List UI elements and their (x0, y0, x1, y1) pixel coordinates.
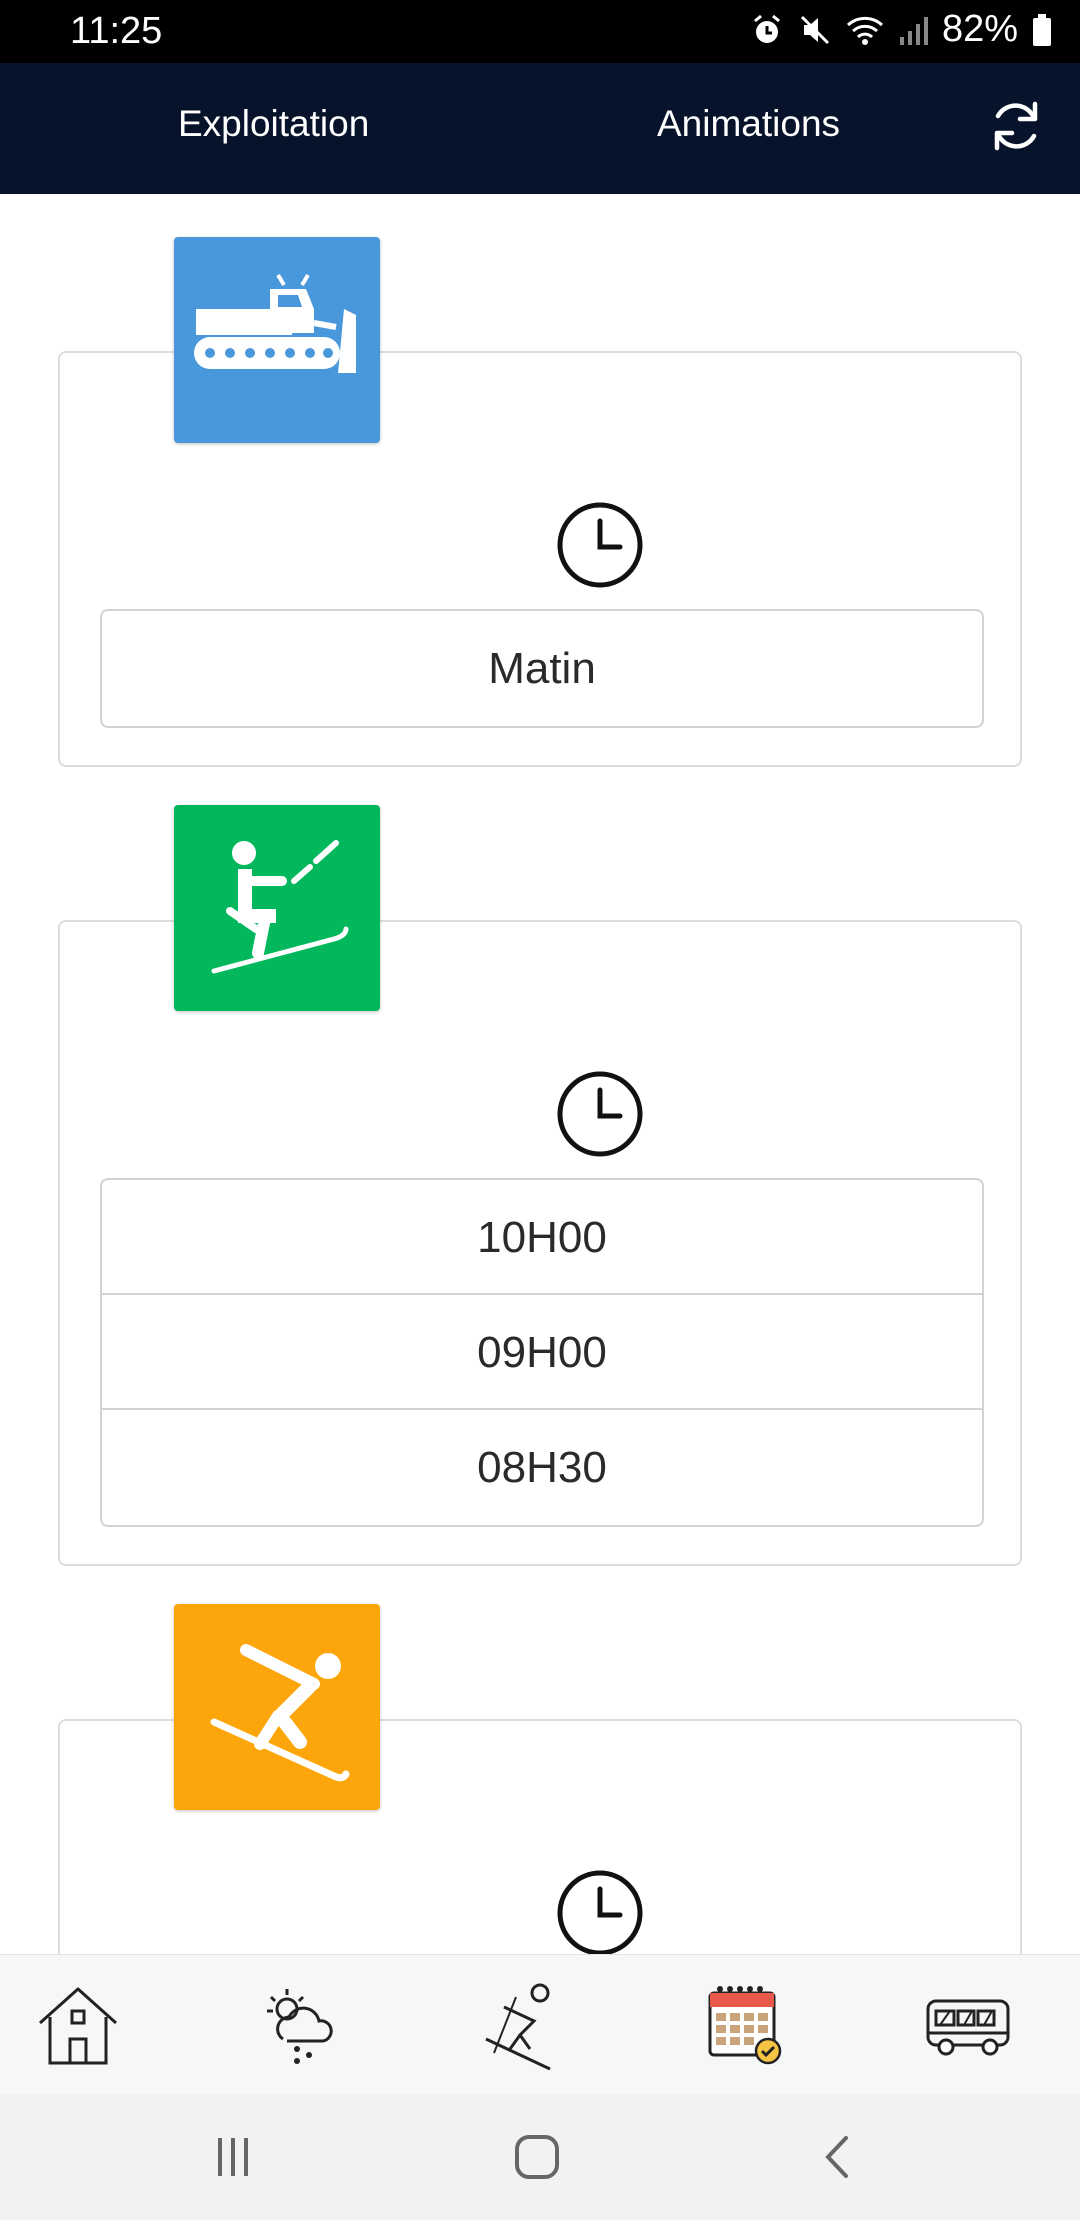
skier-icon[interactable] (474, 1977, 570, 2073)
home-button-icon[interactable] (512, 2132, 562, 2182)
bus-icon[interactable] (920, 1977, 1016, 2073)
status-time: 11:25 (70, 10, 163, 52)
recents-icon[interactable] (208, 2132, 258, 2182)
signal-icon (899, 16, 928, 45)
clock-icon (557, 502, 643, 588)
back-icon[interactable] (814, 2132, 864, 2182)
bottom-nav (0, 1954, 1080, 2095)
time-slot[interactable]: 10H00 (102, 1180, 982, 1295)
snow-groomer-icon (194, 273, 356, 373)
skier-icon (210, 1644, 350, 1782)
app-bar: Exploitation Animations (0, 63, 1080, 194)
time-slot[interactable]: Matin (102, 611, 982, 726)
clock-icon (557, 1071, 643, 1157)
ski-lift-icon (211, 840, 349, 974)
battery-icon (1033, 13, 1051, 46)
skiing-badge (174, 1604, 380, 1810)
lifts-badge (174, 805, 380, 1011)
battery-percent: 82% (941, 8, 1018, 50)
status-bar: 11:25 82% (0, 0, 1080, 63)
time-slot[interactable]: 09H00 (102, 1295, 982, 1410)
wifi-icon (846, 16, 883, 45)
system-nav-bar (0, 2094, 1080, 2220)
weather-icon[interactable] (253, 1977, 349, 2073)
mute-icon (800, 15, 829, 44)
alarm-icon (753, 14, 780, 43)
schedule-card-lifts: 10H00 09H00 08H30 (58, 920, 1022, 1566)
grooming-badge (174, 237, 380, 443)
tab-exploitation[interactable]: Exploitation (178, 103, 369, 145)
calendar-icon[interactable] (696, 1977, 792, 2073)
clock-icon (557, 1870, 643, 1954)
refresh-icon[interactable] (986, 96, 1046, 156)
status-icons: 82% (750, 8, 1052, 51)
time-slot[interactable]: 08H30 (102, 1410, 982, 1525)
tab-animations[interactable]: Animations (657, 103, 840, 145)
time-slot-list: Matin (100, 609, 984, 728)
schedule-list: Matin 10H00 09H00 08H30 (0, 194, 1080, 1954)
home-icon[interactable] (30, 1977, 126, 2073)
time-slot-list: 10H00 09H00 08H30 (100, 1178, 984, 1527)
